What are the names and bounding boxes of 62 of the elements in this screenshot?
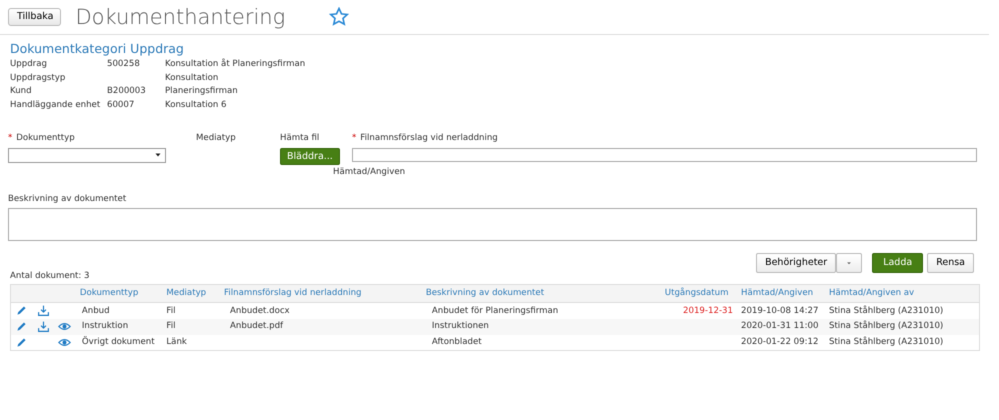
field-code: B200003 bbox=[107, 86, 147, 98]
download-icon[interactable] bbox=[36, 304, 50, 318]
field-label: Beskrivning av dokumentet bbox=[8, 194, 128, 204]
field-value: Konsultation åt Planeringsfirman bbox=[165, 58, 306, 70]
description-field[interactable] bbox=[8, 208, 977, 242]
field-label: Dokumenttyp bbox=[16, 132, 75, 144]
field-code: 60007 bbox=[107, 100, 136, 111]
field-label: Handläggande enhet bbox=[10, 100, 102, 111]
load-button[interactable]: Ladda bbox=[872, 253, 924, 273]
edit-icon[interactable] bbox=[15, 304, 28, 318]
column-header[interactable]: Utgångsdatum bbox=[660, 284, 737, 303]
back-button[interactable]: Tillbaka bbox=[8, 8, 62, 26]
table-cell: 2020-01-31 11:00 bbox=[740, 321, 818, 332]
column-header[interactable]: Dokumenttyp bbox=[76, 284, 162, 303]
column-header[interactable]: Beskrivning av dokumentet bbox=[422, 284, 661, 303]
table-cell: Anbud bbox=[82, 306, 110, 316]
document-count: Antal dokument: 3 bbox=[9, 270, 91, 282]
star-icon[interactable] bbox=[329, 7, 350, 28]
field-label: Hämta fil bbox=[280, 132, 320, 143]
field-value: Konsultation 6 bbox=[165, 100, 228, 111]
column-header[interactable]: Mediatyp bbox=[162, 284, 220, 303]
table-cell: 2019-10-08 14:27 bbox=[740, 306, 818, 316]
field-label: Hämtad/Angiven bbox=[333, 166, 406, 177]
field-label: Filnamnsförslag vid nerladdning bbox=[360, 132, 498, 144]
table-cell: Övrigt dokument bbox=[82, 337, 155, 348]
column-header[interactable]: Filnamnsförslag vid nerladdning bbox=[220, 284, 422, 303]
table-cell: Aftonbladet bbox=[432, 337, 482, 348]
table-cell: 2019-12-31 bbox=[683, 306, 733, 316]
table-cell: Anbudet.docx bbox=[230, 306, 290, 316]
permissions-button[interactable]: Behörigheter bbox=[756, 253, 836, 273]
page-title: Dokumenthantering bbox=[75, 4, 286, 30]
table-cell: Anbudet.pdf bbox=[230, 321, 284, 332]
field-code: 500258 bbox=[107, 58, 141, 70]
download-icon[interactable] bbox=[36, 320, 50, 334]
table-cell: Stina Ståhlberg (A231010) bbox=[828, 321, 944, 332]
column-header[interactable]: Hämtad/Angiven av bbox=[824, 284, 980, 303]
table-cell: Anbudet för Planeringsfirman bbox=[432, 306, 558, 316]
clear-button[interactable]: Rensa bbox=[927, 253, 974, 273]
table-cell: Instruktionen bbox=[432, 321, 489, 332]
required-mark: * bbox=[352, 132, 356, 144]
column-header[interactable]: Hämtad/Angiven bbox=[736, 284, 825, 303]
field-label: Mediatyp bbox=[196, 132, 236, 143]
table-cell: Länk bbox=[166, 337, 187, 348]
filename-field[interactable] bbox=[352, 148, 977, 162]
table-cell: Stina Ståhlberg (A231010) bbox=[828, 306, 944, 316]
field-label: Uppdragstyp bbox=[10, 72, 66, 84]
table-cell: Instruktion bbox=[82, 321, 128, 332]
field-label: Uppdrag bbox=[10, 58, 48, 70]
table-cell: 2020-01-22 09:12 bbox=[740, 337, 818, 348]
required-mark: * bbox=[8, 132, 12, 144]
table-cell: Fil bbox=[166, 306, 176, 316]
edit-icon[interactable] bbox=[15, 320, 28, 334]
edit-icon[interactable] bbox=[15, 336, 28, 349]
table-cell: Fil bbox=[166, 321, 176, 332]
browse-button[interactable]: Bläddra... bbox=[280, 148, 340, 165]
field-value: Konsultation bbox=[165, 72, 220, 84]
field-value: Planeringsfirman bbox=[165, 86, 239, 98]
section-title: Dokumentkategori Uppdrag bbox=[10, 41, 185, 57]
document-type-dropdown[interactable] bbox=[8, 148, 166, 163]
dropdown-toggle[interactable] bbox=[836, 253, 862, 273]
table-cell: Stina Ståhlberg (A231010) bbox=[828, 337, 944, 348]
field-label: Kund bbox=[10, 86, 33, 98]
